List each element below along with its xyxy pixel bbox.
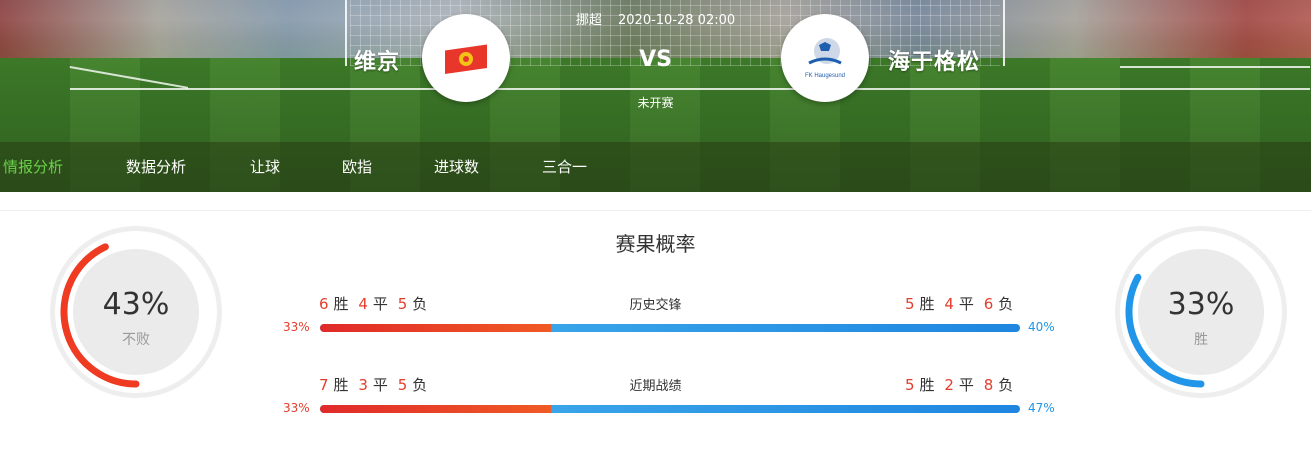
tab-three-in-one[interactable]: 三合一 [542,142,587,192]
league-name: 挪超 [575,13,602,28]
recent-away-pct: 47% [1028,401,1055,415]
recent-label: 近期战绩 [629,379,682,394]
match-meta: 挪超 2020-10-28 02:00 [0,9,1311,28]
h2h-label: 历史交锋 [629,298,682,313]
h2h-away-record: 5胜 4平 6负 [905,295,1014,313]
match-status: 未开赛 [637,96,674,110]
tab-data-analysis[interactable]: 数据分析 [126,142,186,192]
tab-bar: 情报分析 数据分析 让球 欧指 进球数 三合一 [0,142,1311,192]
match-header: 挪超 2020-10-28 02:00 维京 VS 未开赛 FK Haugesu… [0,0,1311,192]
tab-intel-analysis[interactable]: 情报分析 [3,142,63,192]
away-team-name: 海于格松 [888,50,981,75]
recent-away-record: 5胜 2平 8负 [905,376,1014,394]
h2h-bar-home-fill [320,324,551,332]
recent-home-pct: 33% [283,401,310,415]
tab-handicap[interactable]: 让球 [250,142,280,192]
haugesund-crest-icon: FK Haugesund [805,38,845,79]
tab-goals[interactable]: 进球数 [434,142,479,192]
away-team-logo: FK Haugesund [781,14,869,102]
vs-label: VS [639,47,672,72]
recent-bar-home-fill [320,405,551,413]
recent-bar [320,405,1020,413]
away-ring-label: 胜 [1194,332,1208,348]
tab-euro-odds[interactable]: 欧指 [342,142,372,192]
match-datetime: 2020-10-28 02:00 [618,13,736,28]
svg-text:FK Haugesund: FK Haugesund [805,73,845,79]
h2h-bar [320,324,1020,332]
h2h-away-pct: 40% [1028,320,1055,334]
h2h-home-pct: 33% [283,320,310,334]
home-ring-label: 不败 [122,332,150,348]
